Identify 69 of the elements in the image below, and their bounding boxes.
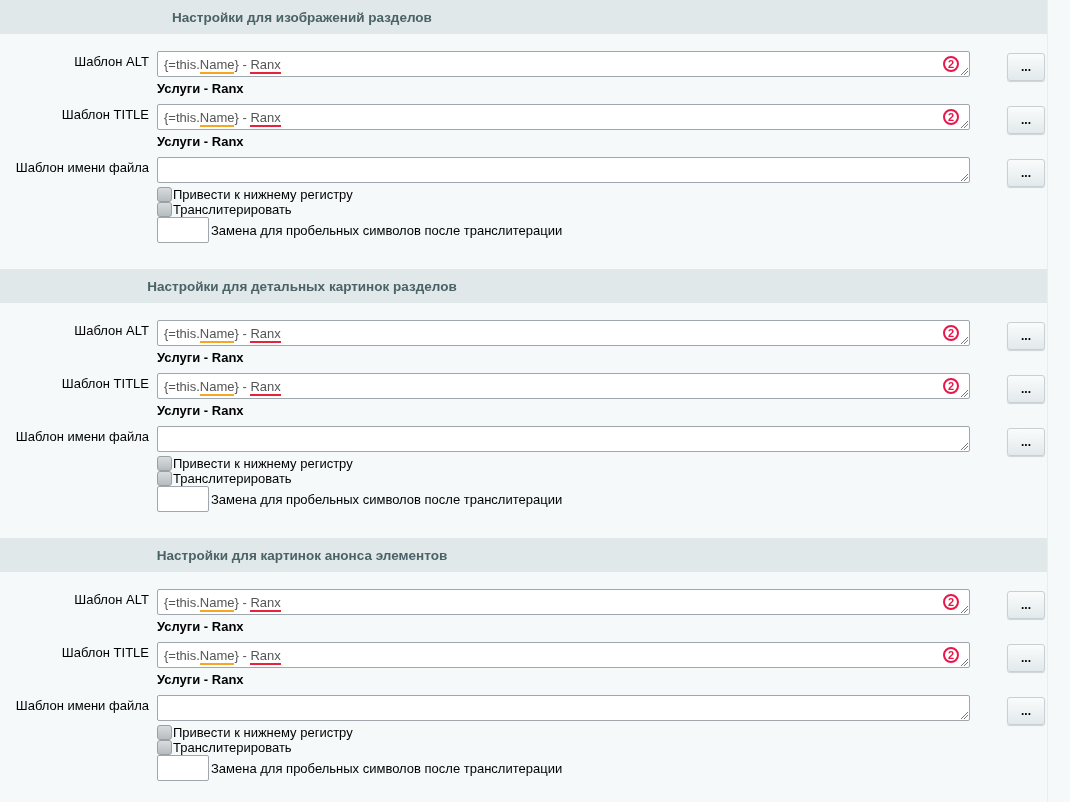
checkbox[interactable] [157,471,172,486]
resize-handle-icon[interactable] [960,120,968,128]
checkbox[interactable] [157,740,172,755]
template-field[interactable]: {=this.Name} - Ranx 2 [157,589,970,615]
error-count-badge[interactable]: 2 [943,647,959,663]
error-count-badge[interactable]: 2 [943,594,959,610]
template-preview: Услуги - Ranx [157,349,245,367]
section-title: Настройки для детальных картинок разделов [146,278,458,294]
field-label: Шаблон ALT [73,53,149,69]
checkbox-label[interactable]: Транслитерировать [173,202,292,217]
replacement-input[interactable] [157,755,209,781]
checkbox[interactable] [157,202,172,217]
template-preview: Услуги - Ranx [157,133,245,151]
replacement-label: Замена для пробельных символов после транслитерации [211,222,563,238]
resize-handle-icon[interactable] [960,67,968,75]
resize-handle-icon[interactable] [960,389,968,397]
error-count-badge[interactable]: 2 [943,109,959,125]
field-label: Шаблон ALT [73,322,149,338]
checkbox-label[interactable]: Привести к нижнему регистру [173,187,353,202]
insert-macro-button[interactable]: ... [1007,644,1045,672]
error-count-badge[interactable]: 2 [943,325,959,341]
checkbox-label[interactable]: Транслитерировать [173,471,292,486]
template-preview: Услуги - Ranx [157,618,245,636]
resize-handle-icon[interactable] [960,173,968,181]
field-label: Шаблон ALT [73,591,149,607]
checkbox[interactable] [157,187,172,202]
error-count-badge[interactable]: 2 [943,378,959,394]
filename-template-field[interactable] [157,695,970,721]
replacement-label: Замена для пробельных символов после транслитерации [211,491,563,507]
resize-handle-icon[interactable] [960,442,968,450]
insert-macro-button[interactable]: ... [1007,106,1045,134]
field-label: Шаблон имени файла [14,428,149,444]
field-label: Шаблон имени файла [14,697,149,713]
template-field[interactable]: {=this.Name} - Ranx 2 [157,642,970,668]
insert-macro-button[interactable]: ... [1007,591,1045,619]
template-field[interactable]: {=this.Name} - Ranx 2 [157,104,970,130]
resize-handle-icon[interactable] [960,658,968,666]
section-title: Настройки для изображений разделов [171,9,433,25]
replacement-input[interactable] [157,217,209,243]
checkbox[interactable] [157,456,172,471]
template-field[interactable]: {=this.Name} - Ranx 2 [157,320,970,346]
resize-handle-icon[interactable] [960,336,968,344]
insert-macro-button[interactable]: ... [1007,697,1045,725]
replacement-input[interactable] [157,486,209,512]
insert-macro-button[interactable]: ... [1007,428,1045,456]
template-preview: Услуги - Ranx [157,671,245,689]
template-preview: Услуги - Ranx [157,402,245,420]
checkbox-label[interactable]: Привести к нижнему регистру [173,725,353,740]
section-title: Настройки для картинок анонса элементов [155,547,449,563]
field-label: Шаблон TITLE [60,375,149,391]
resize-handle-icon[interactable] [960,711,968,719]
insert-macro-button[interactable]: ... [1007,375,1045,403]
template-field[interactable]: {=this.Name} - Ranx 2 [157,373,970,399]
insert-macro-button[interactable]: ... [1007,322,1045,350]
checkbox[interactable] [157,725,172,740]
insert-macro-button[interactable]: ... [1007,53,1045,81]
insert-macro-button[interactable]: ... [1007,159,1045,187]
resize-handle-icon[interactable] [960,605,968,613]
replacement-label: Замена для пробельных символов после транслитерации [211,760,563,776]
filename-template-field[interactable] [157,426,970,452]
checkbox-label[interactable]: Привести к нижнему регистру [173,456,353,471]
template-preview: Услуги - Ranx [157,80,245,98]
error-count-badge[interactable]: 2 [943,56,959,72]
field-label: Шаблон имени файла [14,159,149,175]
template-field[interactable]: {=this.Name} - Ranx 2 [157,51,970,77]
filename-template-field[interactable] [157,157,970,183]
field-label: Шаблон TITLE [60,106,149,122]
checkbox-label[interactable]: Транслитерировать [173,740,292,755]
field-label: Шаблон TITLE [60,644,149,660]
